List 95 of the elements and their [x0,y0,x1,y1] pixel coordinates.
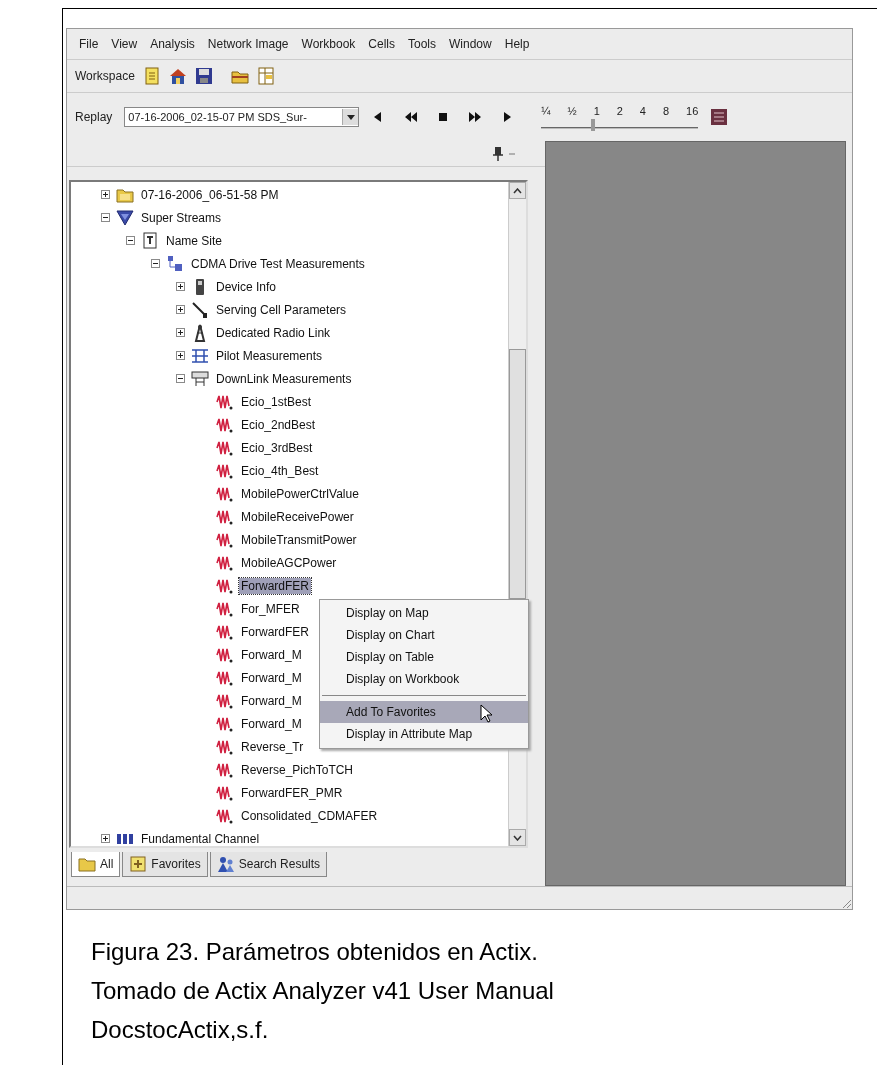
menu-item[interactable]: Display in Attribute Map [320,723,528,745]
tree-item[interactable]: For_MFER [239,600,302,617]
expand-icon[interactable] [176,351,185,360]
network-icon [166,254,184,273]
plus-icon [129,855,148,873]
expand-icon[interactable] [176,282,185,291]
menu-item[interactable]: File [79,37,99,51]
speed-tick-label: 1 [593,105,600,117]
tree-item[interactable]: Dedicated Radio Link [214,324,333,341]
speed-tick-label: ½ [567,105,577,117]
tree-item[interactable]: MobileTransmitPower [239,531,359,548]
menu-item[interactable]: Add To Favorites [320,701,528,723]
caret-icon [346,114,355,120]
rewind-icon[interactable] [403,110,420,124]
tree-item[interactable]: DownLink Measurements [214,370,354,387]
tree-item[interactable]: MobilePowerCtrlValue [239,485,361,502]
tree-item[interactable]: Forward_M [239,692,304,709]
caption-line: Tomado de Actix Analyzer v41 User Manual [91,976,555,1006]
menu-item[interactable]: View [111,37,138,51]
tree-item[interactable]: ForwardFER_PMR [239,784,345,801]
tree-item[interactable]: Consolidated_CDMAFER [239,807,380,824]
scroll-down-button[interactable] [509,829,526,846]
antenna-icon [191,300,209,319]
menu-item[interactable]: Display on Table [320,646,528,668]
tree-item[interactable]: Pilot Measurements [214,347,325,364]
speed-slider[interactable] [541,117,699,129]
tree-item[interactable]: Serving Cell Parameters [214,301,349,318]
caption-line: DocstocActix,s.f. [91,1015,270,1045]
expand-icon[interactable] [176,328,185,337]
chevron-up-icon [513,187,522,194]
tree-item[interactable]: Reverse_Tr [239,738,306,755]
collapse-icon[interactable] [126,236,135,245]
tree-item[interactable]: Reverse_PichToTCH [239,761,356,778]
speed-tick-label: 16 [686,105,699,117]
pin-icon[interactable] [493,146,503,161]
menu-item[interactable]: Display on Map [320,602,528,624]
grid-icon [191,346,209,365]
tree-item[interactable]: Fundamental Channel [139,830,262,846]
menu-item[interactable]: Network Image [207,37,289,51]
menu-item[interactable]: Workbook [301,37,356,51]
caption-line: Figura 23. Parámetros obtenidos en Actix. [91,937,539,967]
tree-item[interactable]: Forward_M [239,715,304,732]
menu-item[interactable]: Help [504,37,530,51]
menu-item[interactable]: Cells [368,37,395,51]
resize-grip-icon[interactable] [840,897,852,909]
tab[interactable]: All [71,852,121,877]
replay-label: Replay [75,110,113,124]
tree-item[interactable]: Super Streams [139,209,224,226]
speed-tick-label: 8 [662,105,670,117]
tree-item[interactable]: Ecio_3rdBest [239,439,315,456]
save-icon[interactable] [194,67,213,85]
menu-item[interactable]: Tools [408,37,437,51]
speed-tick-label: ¼ [541,105,551,117]
scroll-up-button[interactable] [509,182,526,199]
tab[interactable]: Search Results [209,852,328,877]
slider-thumb[interactable] [591,119,596,131]
expand-icon[interactable] [101,190,110,199]
tree-item[interactable]: 07-16-2006_06-51-58 PM [139,186,281,203]
cursor-icon [480,704,492,723]
menu-item[interactable]: Analysis [150,37,195,51]
tree-item[interactable]: Device Info [214,278,279,295]
folder-icon [78,855,96,873]
tree-item[interactable]: Forward_M [239,669,304,686]
expand-icon[interactable] [101,834,110,843]
tree-item[interactable]: CDMA Drive Test Measurements [189,255,367,272]
tree-item[interactable]: ForwardFER [239,623,311,640]
menu-item[interactable]: Display on Workbook [320,668,528,690]
tree-item[interactable]: Ecio_1stBest [239,393,314,410]
tree-item[interactable]: MobileAGCPower [239,554,339,571]
people-icon [216,855,235,873]
chart-icon[interactable] [710,108,729,126]
chevron-down-icon [513,834,522,841]
menu-item[interactable]: Display on Chart [320,624,528,646]
panel-icon [191,369,209,388]
speed-tick-label: 2 [616,105,623,117]
expand-icon[interactable] [176,305,185,314]
collapse-icon[interactable] [101,213,110,222]
document-icon [141,231,159,250]
menu-item[interactable]: Window [449,37,492,51]
tree-item[interactable]: ForwardFER [239,577,311,594]
house-icon[interactable] [168,67,187,85]
tree-item[interactable]: Forward_M [239,646,304,663]
funnel-icon [116,208,134,227]
tree-item[interactable]: Ecio_4th_Best [239,462,321,479]
tree-item[interactable]: Ecio_2ndBest [239,416,318,433]
collapse-icon[interactable] [176,374,185,383]
tab[interactable]: Favorites [122,852,208,877]
collapse-icon[interactable] [151,259,160,268]
tree-item[interactable]: MobileReceivePower [239,508,356,525]
speed-tick-label: 4 [639,105,646,117]
tree-item[interactable]: Name Site [164,232,225,249]
toolbar-label: Workspace [75,69,135,83]
scrollbar-thumb[interactable] [509,349,526,599]
file-dropdown[interactable]: 07-16-2006_02-15-07 PM SDS_Sur- [124,107,360,127]
table-icon[interactable] [256,67,275,85]
